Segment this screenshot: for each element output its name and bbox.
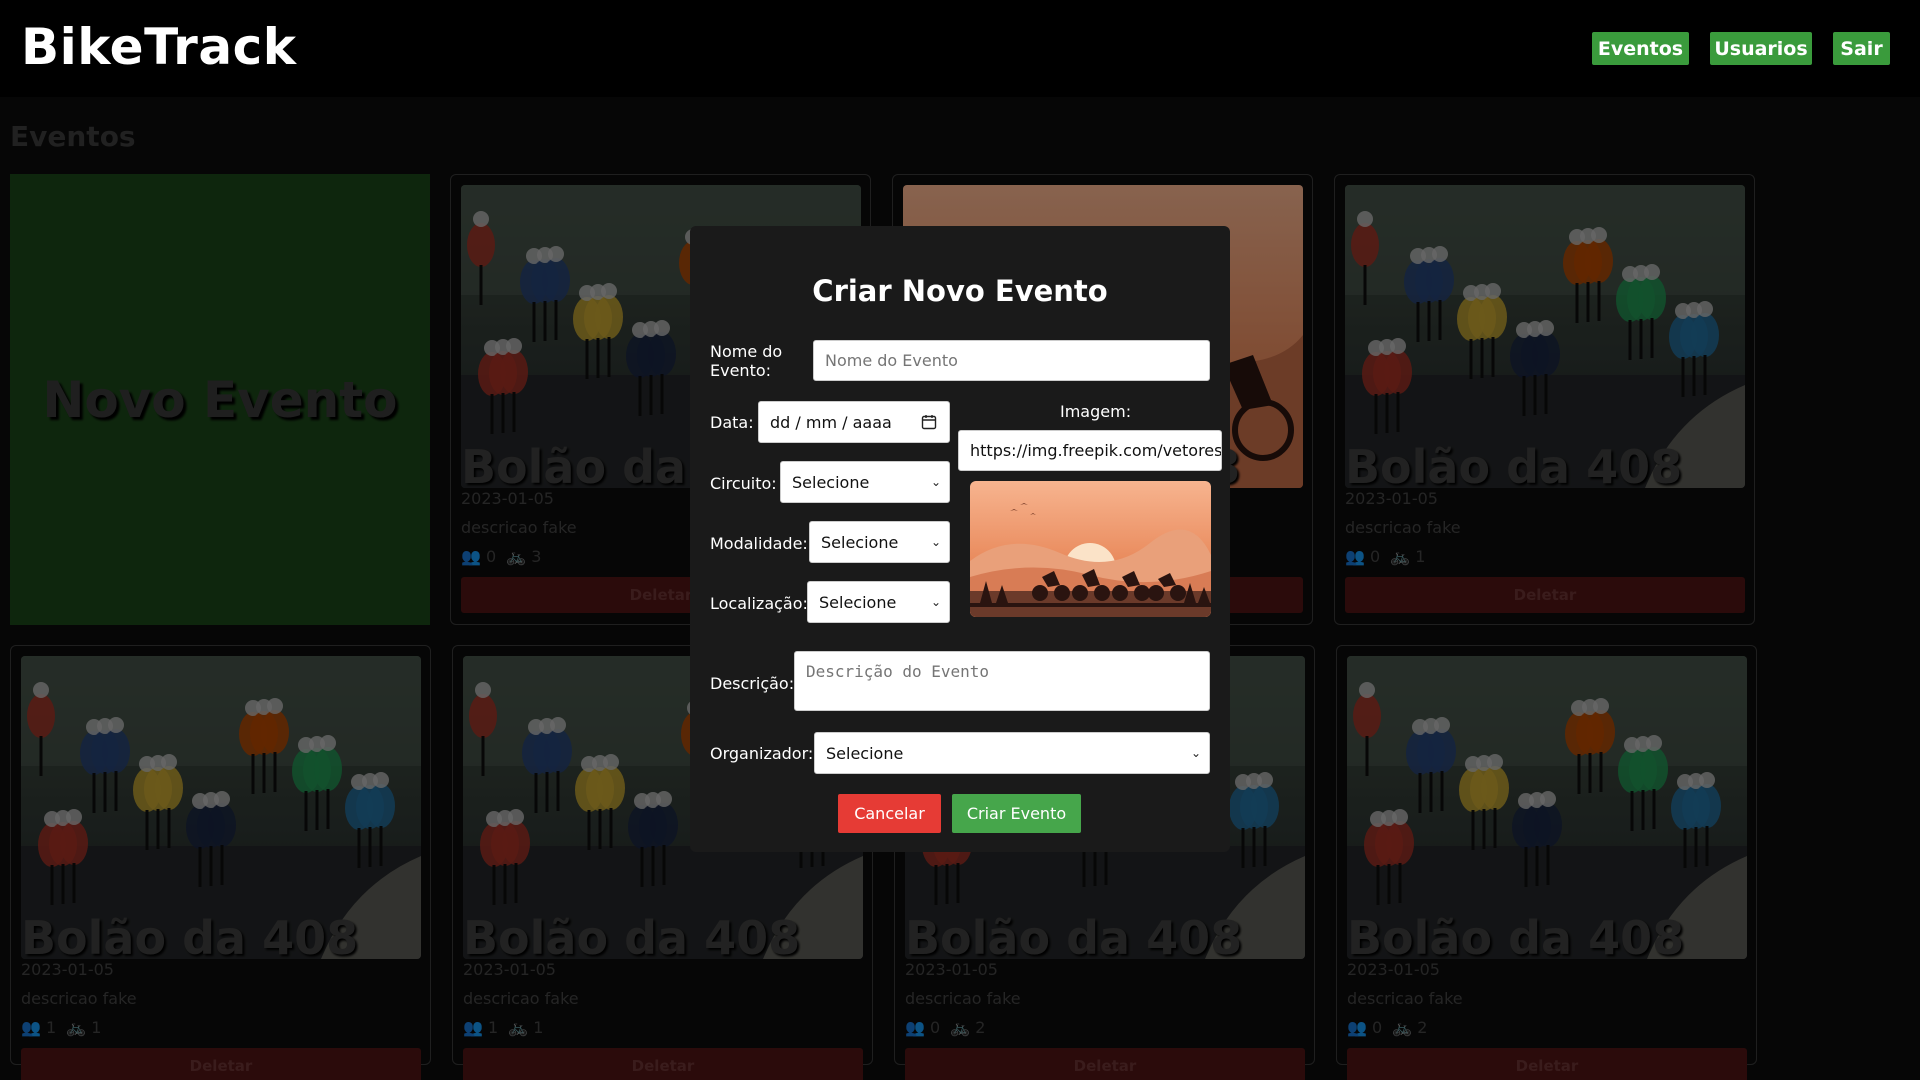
create-event-modal: Criar Novo Evento Nome do Evento: Nome d…: [690, 226, 1230, 852]
image-url-input[interactable]: https://img.freepik.com/vetores-premium/: [958, 430, 1222, 471]
modality-select-value: Selecione: [821, 532, 899, 552]
modality-label: Modalidade:: [710, 534, 808, 553]
cancel-button[interactable]: Cancelar: [838, 794, 941, 833]
circuit-label: Circuito:: [710, 474, 777, 493]
brand-logo[interactable]: BikeTrack: [21, 18, 296, 76]
location-label: Localização:: [710, 594, 808, 613]
chevron-down-icon: ⌄: [1190, 746, 1201, 760]
circuit-select-value: Selecione: [792, 472, 870, 492]
organizer-select[interactable]: Selecione ⌄: [814, 732, 1210, 774]
date-placeholder: dd / mm / aaaa: [770, 412, 892, 432]
nav-eventos-button[interactable]: Eventos: [1592, 32, 1689, 65]
chevron-down-icon: ⌄: [930, 475, 941, 489]
description-textarea[interactable]: Descrição do Evento: [794, 651, 1210, 711]
image-url-value: https://img.freepik.com/vetores-premium/: [970, 441, 1222, 460]
location-select-value: Selecione: [819, 592, 897, 612]
event-name-input[interactable]: Nome do Evento: [813, 340, 1210, 381]
organizer-select-value: Selecione: [826, 743, 904, 763]
chevron-down-icon: ⌄: [930, 535, 941, 549]
nav-sair-button[interactable]: Sair: [1833, 32, 1890, 65]
top-nav-bar: BikeTrack Eventos Usuarios Sair: [0, 0, 1920, 97]
description-label: Descrição:: [710, 674, 795, 693]
circuit-select[interactable]: Selecione ⌄: [780, 461, 950, 503]
date-label: Data:: [710, 413, 754, 432]
image-preview: [970, 481, 1211, 617]
nav-usuarios-button[interactable]: Usuarios: [1710, 32, 1812, 65]
organizer-label: Organizador:: [710, 744, 814, 763]
event-name-placeholder: Nome do Evento: [825, 351, 958, 370]
location-select[interactable]: Selecione ⌄: [807, 581, 950, 623]
date-input[interactable]: dd / mm / aaaa: [758, 401, 950, 443]
create-event-button[interactable]: Criar Evento: [952, 794, 1081, 833]
event-name-label: Nome do Evento:: [710, 342, 783, 380]
modal-title: Criar Novo Evento: [812, 274, 1108, 308]
modality-select[interactable]: Selecione ⌄: [809, 521, 950, 563]
calendar-icon[interactable]: [921, 414, 937, 430]
image-label: Imagem:: [1060, 402, 1132, 421]
chevron-down-icon: ⌄: [930, 595, 941, 609]
